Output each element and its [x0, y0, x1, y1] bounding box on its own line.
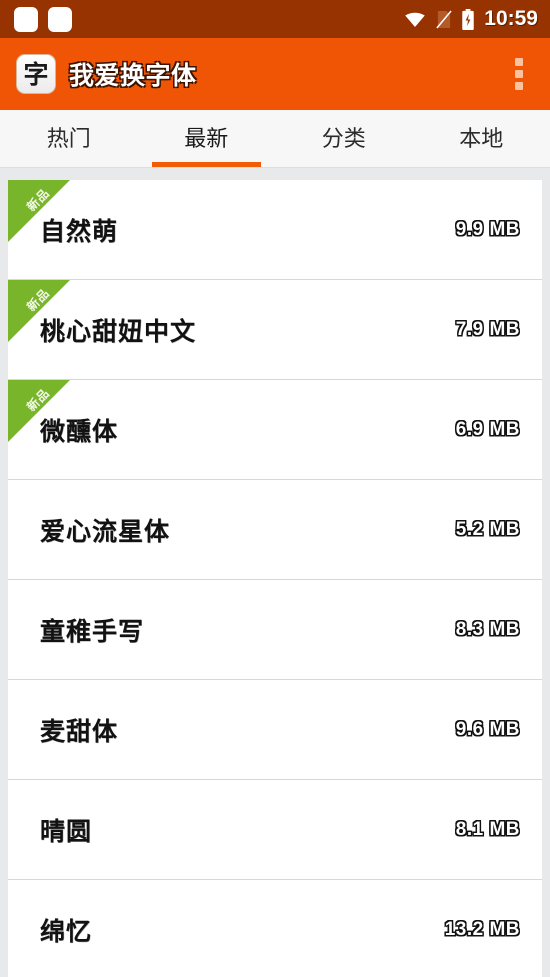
font-size-label: 9.9 MB	[455, 218, 520, 240]
font-list-item[interactable]: 童稚手写 8.3 MB	[8, 580, 542, 680]
font-size-label: 8.3 MB	[455, 618, 520, 640]
status-bar: 10:59	[0, 0, 550, 38]
no-sim-icon	[436, 10, 452, 28]
page-title: 我爱换字体	[69, 62, 197, 90]
font-size-label: 5.2 MB	[455, 518, 520, 540]
notification-icons	[14, 6, 72, 32]
app-logo-icon: 字	[16, 54, 56, 94]
notification-placeholder-icon	[14, 6, 38, 32]
font-list-item[interactable]: 新品 微醺体 6.9 MB	[8, 380, 542, 480]
font-list-item[interactable]: 新品 自然萌 9.9 MB	[8, 180, 542, 280]
wifi-icon	[405, 12, 426, 27]
font-list-item[interactable]: 爱心流星体 5.2 MB	[8, 480, 542, 580]
font-size-label: 9.6 MB	[455, 718, 520, 740]
tab-1[interactable]: 热门	[0, 110, 138, 167]
app-bar: 字 我爱换字体	[0, 38, 550, 110]
status-clock: 10:59	[484, 7, 538, 30]
tab-label: 最新	[184, 125, 229, 151]
tab-label: 热门	[46, 125, 91, 151]
font-name: 童稚手写	[40, 617, 145, 646]
font-size-label: 13.2 MB	[444, 918, 520, 940]
tab-4[interactable]: 本地	[413, 110, 550, 167]
font-name: 晴圆	[40, 817, 93, 846]
font-name: 绵忆	[40, 917, 93, 946]
tab-3[interactable]: 分类	[275, 110, 413, 167]
font-size-label: 7.9 MB	[455, 318, 520, 340]
tab-bar: 热门 最新 分类 本地	[0, 110, 550, 168]
font-name: 微醺体	[40, 417, 119, 446]
tab-label: 分类	[321, 125, 366, 151]
notification-placeholder-icon	[48, 6, 72, 32]
font-list[interactable]: 新品 自然萌 9.9 MB 新品 桃心甜妞中文 7.9 MB 新品 微醺体 6.9 MB 爱心流星…	[0, 168, 550, 977]
font-name: 桃心甜妞中文	[40, 317, 197, 346]
font-name: 爱心流星体	[40, 517, 171, 546]
tab-label: 本地	[459, 125, 504, 151]
font-list-item[interactable]: 麦甜体 9.6 MB	[8, 680, 542, 780]
status-indicators: 10:59	[404, 7, 538, 31]
font-list-item[interactable]: 新品 桃心甜妞中文 7.9 MB	[8, 280, 542, 380]
font-size-label: 6.9 MB	[455, 418, 520, 440]
tab-2[interactable]: 最新	[138, 110, 276, 167]
overflow-menu-icon[interactable]	[502, 52, 536, 96]
battery-charging-icon	[462, 8, 475, 30]
font-list-item[interactable]: 绵忆 13.2 MB	[8, 880, 542, 977]
font-name: 麦甜体	[40, 717, 119, 746]
font-size-label: 8.1 MB	[455, 818, 520, 840]
font-list-item[interactable]: 晴圆 8.1 MB	[8, 780, 542, 880]
font-name: 自然萌	[40, 217, 119, 246]
